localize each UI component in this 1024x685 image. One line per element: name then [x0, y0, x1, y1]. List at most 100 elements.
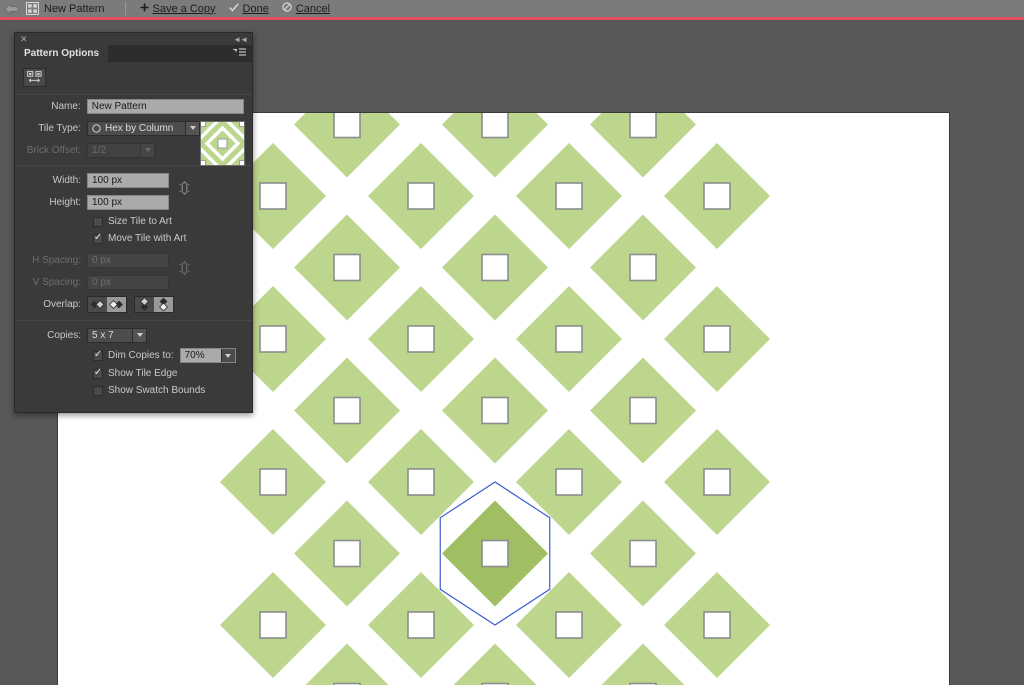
tile-type-label: Tile Type:	[38, 122, 81, 134]
pattern-square	[629, 539, 657, 568]
link-chain-icon-size[interactable]	[178, 180, 191, 196]
name-input[interactable]: New Pattern	[86, 98, 244, 114]
overlap-row: Overlap:	[15, 293, 252, 315]
copies-value: 5 x 7	[92, 329, 114, 341]
pattern-diamond	[601, 643, 685, 685]
save-a-copy-label: Save a Copy	[152, 2, 216, 15]
ban-icon	[282, 2, 292, 15]
pattern-square	[629, 113, 657, 139]
chevron-down-icon-disabled	[140, 143, 154, 157]
pattern-tile-icon	[22, 0, 42, 17]
h-spacing-row: H Spacing: 0 px	[15, 249, 252, 271]
overlap-bottom-icon[interactable]	[154, 296, 173, 312]
pattern-diamond	[453, 643, 537, 685]
panel-tab-bar: Pattern Options	[15, 44, 252, 62]
pattern-square	[259, 611, 287, 639]
width-label: Width:	[52, 174, 81, 186]
v-spacing-label: V Spacing:	[32, 276, 81, 288]
check-icon	[228, 2, 239, 15]
pattern-square	[629, 253, 657, 282]
pattern-square	[407, 325, 435, 353]
name-label: Name:	[51, 100, 81, 112]
dim-copies-label: Dim Copies to:	[108, 350, 174, 361]
pattern-square	[481, 253, 509, 282]
overlap-left-icon[interactable]	[88, 296, 107, 312]
v-spacing-row: V Spacing: 0 px	[15, 271, 252, 293]
illustrator-pattern-editor: New Pattern Save a Copy Done Cancel ✕ ◄◄…	[0, 0, 1024, 685]
show-swatch-bounds-checkbox[interactable]	[93, 385, 103, 396]
h-spacing-input: 0 px	[87, 252, 169, 268]
copies-select[interactable]: 5 x 7	[87, 327, 147, 343]
pattern-square	[333, 113, 361, 139]
show-tile-edge-checkbox[interactable]: ✓	[93, 368, 103, 379]
pattern-square	[481, 113, 509, 139]
pattern-thumbnail-preview	[201, 122, 244, 165]
dim-copies-checkbox[interactable]: ✓	[93, 350, 103, 361]
pattern-square	[259, 325, 287, 353]
panel-divider-3	[15, 320, 252, 321]
link-chain-icon-spacing[interactable]	[178, 260, 191, 276]
pattern-square	[333, 253, 361, 282]
panel-titlebar: ✕ ◄◄	[15, 33, 252, 45]
collapse-icon[interactable]: ◄◄	[233, 35, 248, 44]
back-arrow-icon[interactable]	[0, 0, 22, 17]
cancel-button[interactable]: Cancel	[282, 2, 330, 15]
width-input[interactable]: 100 px	[87, 172, 169, 188]
show-tile-edge-row: ✓ Show Tile Edge	[15, 365, 252, 382]
tile-type-value: Hex by Column	[105, 122, 174, 134]
overlap-top-icon[interactable]	[135, 296, 154, 312]
close-icon[interactable]: ✕	[20, 34, 28, 44]
tile-type-select[interactable]: Hex by Column	[87, 120, 200, 136]
chevron-down-icon-dim[interactable]	[220, 349, 235, 362]
toolbar-pattern-name: New Pattern	[44, 2, 105, 15]
pattern-square	[481, 539, 509, 568]
pattern-options-panel: ✕ ◄◄ Pattern Options Name: New Pattern T…	[14, 32, 253, 413]
done-label: Done	[242, 2, 269, 15]
v-spacing-input: 0 px	[87, 274, 169, 290]
pattern-square	[555, 182, 583, 210]
panel-title: Pattern Options	[24, 47, 100, 59]
tab-pattern-options[interactable]: Pattern Options	[15, 44, 109, 62]
size-tile-to-art-label: Size Tile to Art	[108, 216, 172, 227]
chevron-down-icon[interactable]	[185, 121, 199, 135]
pattern-square	[333, 539, 361, 568]
tile-tool-row	[15, 62, 252, 94]
brick-offset-label: Brick Offset:	[26, 144, 81, 156]
move-tile-with-art-row: ✓ Move Tile with Art	[15, 230, 252, 247]
pattern-diamond	[305, 643, 389, 685]
pattern-square	[555, 468, 583, 496]
copies-row: Copies: 5 x 7	[15, 324, 252, 346]
move-tile-with-art-checkbox[interactable]: ✓	[93, 233, 103, 244]
overlap-right-icon[interactable]	[107, 296, 126, 312]
brick-offset-select: 1/2	[87, 142, 155, 158]
pattern-thumbnail[interactable]	[200, 121, 245, 166]
tile-edge-tool-icon[interactable]	[23, 68, 46, 87]
pattern-square	[333, 396, 361, 425]
done-button[interactable]: Done	[228, 2, 269, 15]
name-row: Name: New Pattern	[15, 95, 252, 117]
pattern-square	[407, 611, 435, 639]
move-tile-with-art-label: Move Tile with Art	[108, 233, 187, 244]
save-a-copy-button[interactable]: Save a Copy	[140, 3, 216, 15]
pattern-square	[481, 396, 509, 425]
pattern-square	[703, 325, 731, 353]
height-label: Height:	[49, 196, 81, 208]
dim-copies-value: 70%	[184, 350, 205, 361]
pattern-square	[629, 396, 657, 425]
height-input[interactable]: 100 px	[87, 194, 169, 210]
pattern-square	[407, 468, 435, 496]
h-spacing-label: H Spacing:	[32, 254, 81, 266]
pattern-square	[259, 468, 287, 496]
pattern-square	[703, 611, 731, 639]
pattern-square	[555, 611, 583, 639]
size-tile-to-art-checkbox[interactable]	[93, 216, 103, 227]
dim-copies-select[interactable]: 70%	[179, 348, 236, 363]
plus-icon	[140, 3, 149, 15]
pattern-square	[703, 182, 731, 210]
panel-menu-icon[interactable]	[233, 48, 246, 58]
chevron-down-icon-copies[interactable]	[132, 328, 146, 342]
pattern-square	[703, 468, 731, 496]
height-row: Height: 100 px	[15, 191, 252, 213]
panel-body: Name: New Pattern Tile Type: Hex by Colu…	[15, 62, 252, 399]
dim-copies-row: ✓ Dim Copies to: 70%	[15, 346, 252, 365]
